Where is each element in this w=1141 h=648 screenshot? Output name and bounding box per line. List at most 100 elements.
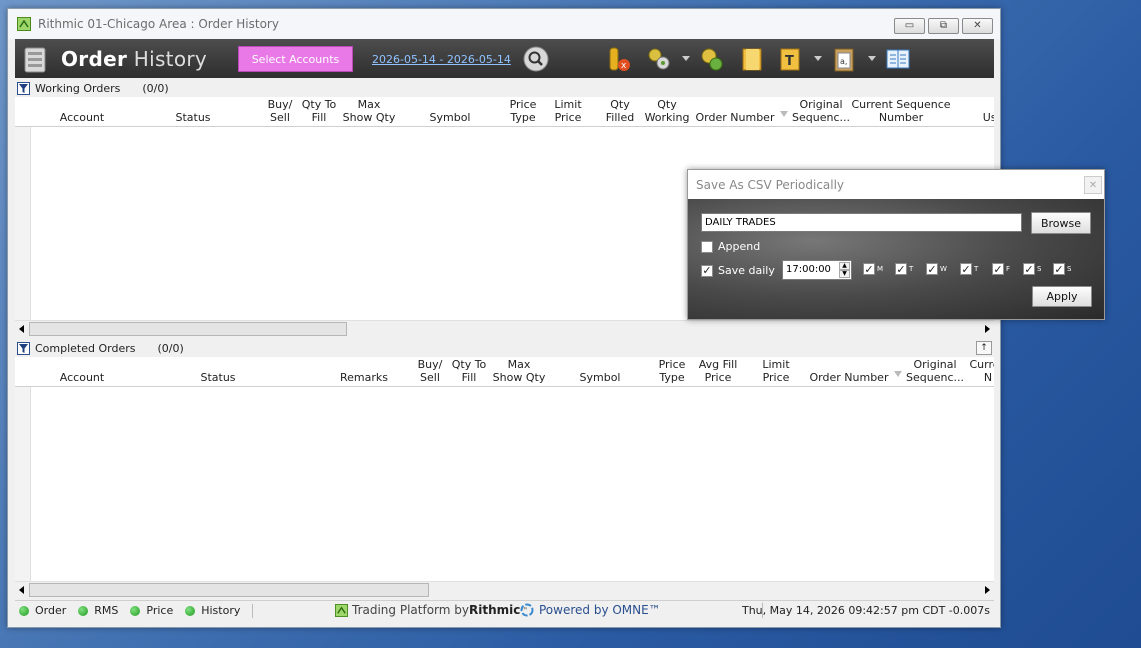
column-header[interactable]: Use (983, 111, 994, 124)
columns-icon[interactable] (884, 45, 912, 73)
connection-status: Order RMS Price History (19, 603, 254, 618)
scroll-right-icon[interactable] (985, 325, 990, 333)
time-spinner[interactable]: ▲ ▼ (839, 262, 850, 278)
column-header[interactable]: Buy/Sell (418, 358, 443, 384)
status-bar: Order RMS Price History Trading Platform… (15, 600, 994, 620)
svg-text:T: T (785, 54, 794, 69)
search-icon[interactable] (522, 45, 550, 73)
working-orders-filter-icon[interactable] (17, 81, 30, 95)
spin-up-icon[interactable]: ▲ (839, 262, 850, 270)
status-dot-icon (19, 605, 29, 616)
column-header[interactable]: Account (60, 371, 104, 384)
minimize-button[interactable]: ▭ (894, 18, 925, 34)
status-rms-label: RMS (94, 604, 119, 617)
spin-down-icon[interactable]: ▼ (839, 270, 850, 278)
column-header[interactable]: Price Type (510, 98, 537, 124)
column-header[interactable]: Order Number (696, 111, 775, 124)
append-checkbox[interactable] (701, 240, 713, 253)
status-history-label: History (201, 604, 241, 617)
collapse-up-button[interactable]: ↑ (976, 341, 992, 355)
weekday-checkbox[interactable]: ✓ (926, 263, 938, 275)
column-header[interactable]: Symbol (580, 371, 621, 384)
column-header[interactable]: Original Sequenc... (792, 98, 850, 124)
weekday-checkbox[interactable]: ✓ (1053, 263, 1065, 275)
text-icon[interactable]: T (776, 45, 804, 73)
clipboard-icon[interactable]: a, (830, 45, 858, 73)
column-header[interactable]: Symbol (430, 111, 471, 124)
column-header[interactable]: Current Sequence Number (851, 98, 950, 124)
dialog-title-bar[interactable]: Save As CSV Periodically ✕ (688, 170, 1104, 199)
weekday-checkbox[interactable]: ✓ (1023, 263, 1035, 275)
column-header[interactable]: Avg Fill Price (699, 358, 738, 384)
column-header[interactable]: Qty To Fill (452, 358, 487, 384)
column-header[interactable]: Original Sequenc... (906, 358, 964, 384)
clipboard-dropdown-icon[interactable] (868, 56, 876, 61)
window-title: Rithmic 01-Chicago Area : Order History (38, 17, 279, 31)
working-orders-scroll-thumb[interactable] (29, 322, 347, 336)
weekday-checkbox[interactable]: ✓ (863, 263, 875, 275)
column-header[interactable]: Max Show Qty (493, 358, 546, 384)
column-header[interactable]: Qty Working (645, 98, 690, 124)
scroll-right-icon[interactable] (985, 586, 990, 594)
restore-icon: ⧉ (939, 20, 948, 31)
save-daily-row: ✓ Save daily (701, 264, 775, 277)
completed-orders-filter-icon[interactable] (17, 341, 30, 355)
column-header[interactable]: Qty To Fill (302, 98, 337, 124)
scroll-left-icon[interactable] (19, 325, 24, 333)
status-dot-icon (185, 605, 196, 616)
date-range-link[interactable]: 2026-05-14 - 2026-05-14 (372, 53, 511, 66)
column-header[interactable]: CurrenN (969, 358, 994, 384)
restore-button[interactable]: ⧉ (928, 18, 959, 34)
append-row: Append (701, 240, 760, 253)
weekday-label: S (1067, 265, 1072, 273)
completed-orders-hscroll[interactable] (15, 581, 994, 598)
browse-button[interactable]: Browse (1031, 212, 1091, 234)
column-header[interactable]: Account (60, 111, 104, 124)
working-orders-bar: Working Orders (0/0) (15, 79, 994, 97)
weekday-checkbox[interactable]: ✓ (960, 263, 972, 275)
column-header[interactable]: Limit Price (554, 98, 581, 124)
select-accounts-button[interactable]: Select Accounts (238, 46, 353, 72)
settings-icon[interactable] (645, 45, 673, 73)
working-orders-label: Working Orders (35, 81, 121, 95)
scroll-left-icon[interactable] (19, 586, 24, 594)
working-orders-hscroll[interactable] (15, 320, 994, 337)
clear-filter-icon[interactable]: x (604, 45, 632, 73)
close-icon: ✕ (973, 20, 982, 31)
column-header[interactable]: Qty Filled (606, 98, 634, 124)
dialog-body: Browse Append ✓ Save daily 17:00:00 ▲ ▼ … (688, 199, 1104, 319)
dialog-close-button[interactable]: ✕ (1084, 176, 1102, 194)
rithmic-logo-icon (335, 603, 348, 617)
weekday-label: T (909, 265, 914, 273)
status-order-label: Order (35, 604, 67, 617)
column-header[interactable]: Limit Price (762, 358, 789, 384)
append-label: Append (718, 240, 761, 253)
settings-dropdown-icon[interactable] (682, 56, 690, 61)
file-name-input[interactable] (701, 213, 1022, 232)
column-header[interactable]: Max Show Qty (343, 98, 396, 124)
close-button[interactable]: ✕ (962, 18, 993, 34)
completed-orders-row-header (15, 387, 31, 581)
column-header[interactable]: Status (175, 111, 210, 124)
column-header[interactable]: Remarks (340, 371, 388, 384)
weekday-3: ✓ T (960, 263, 978, 275)
column-header[interactable]: Status (200, 371, 235, 384)
weekday-checkbox[interactable]: ✓ (895, 263, 907, 275)
apply-button[interactable]: Apply (1032, 286, 1092, 307)
brand-name: Rithmic (468, 603, 521, 617)
weekday-checkbox[interactable]: ✓ (992, 263, 1004, 275)
completed-orders-scroll-thumb[interactable] (29, 583, 429, 597)
time-input[interactable]: 17:00:00 ▲ ▼ (782, 260, 852, 280)
page-title-thin: History (127, 46, 208, 71)
column-header[interactable]: Price Type (659, 358, 686, 384)
save-daily-checkbox[interactable]: ✓ (701, 264, 713, 277)
save-csv-dialog: Save As CSV Periodically ✕ Browse Append… (687, 169, 1105, 320)
completed-orders-count: (0/0) (157, 341, 184, 355)
column-header[interactable]: Buy/Sell (268, 98, 293, 124)
title-bar[interactable]: Rithmic 01-Chicago Area : Order History … (8, 9, 1000, 39)
working-orders-count: (0/0) (142, 81, 169, 95)
settings-group-icon[interactable] (698, 45, 726, 73)
folder-icon[interactable] (738, 45, 766, 73)
column-header[interactable]: Order Number (810, 371, 889, 384)
text-dropdown-icon[interactable] (814, 56, 822, 61)
